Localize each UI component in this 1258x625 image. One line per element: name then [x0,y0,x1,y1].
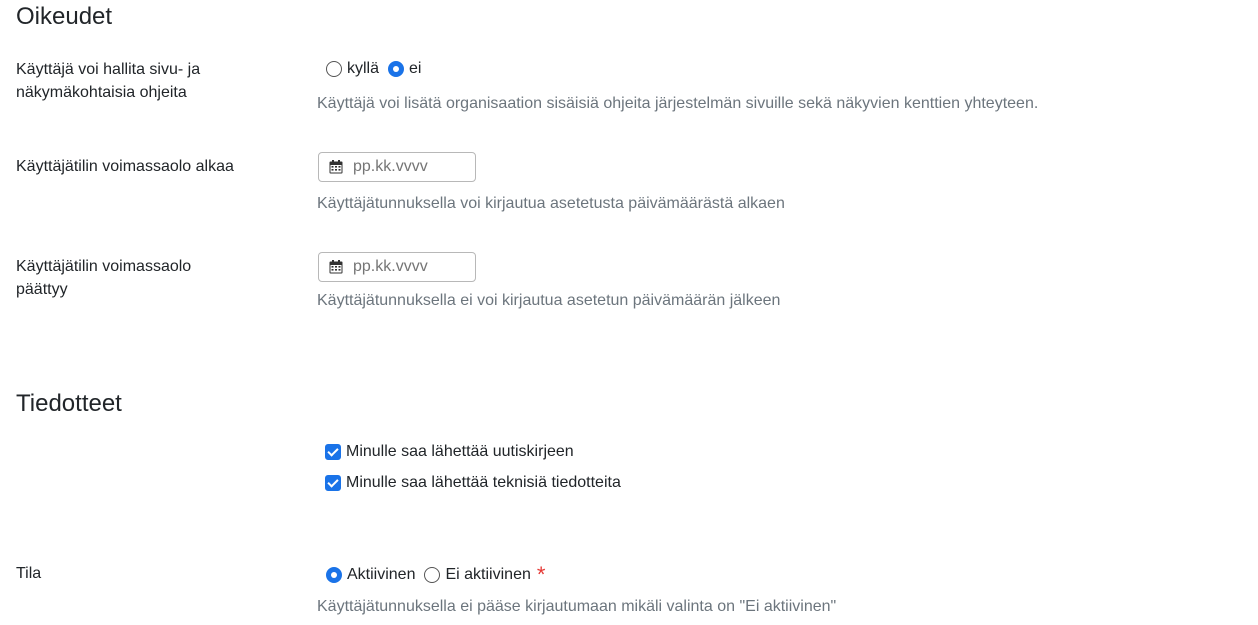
valid-from-help-text: Käyttäjätunnuksella voi kirjautua asetet… [317,195,785,212]
radio-help-no[interactable] [388,61,405,77]
radio-status-active-label[interactable]: Aktiivinen [347,566,415,584]
section-title-rights: Oikeudet [16,3,113,30]
technical-checkbox-row: Minulle saa lähettää teknisiä tiedotteit… [325,474,621,492]
help-management-label: Käyttäjä voi hallita sivu- ja näkymäkoht… [16,61,201,101]
help-management-help-text: Käyttäjä voi lisätä organisaation sisäis… [317,95,1039,112]
calendar-icon [329,160,343,174]
radio-status-inactive-label[interactable]: Ei aktiivinen [445,566,530,584]
valid-until-label: Käyttäjätilin voimassaolo päättyy [16,258,192,298]
newsletter-checkbox[interactable] [325,444,341,460]
radio-status-active[interactable] [326,567,342,583]
technical-notices-checkbox[interactable] [325,475,341,491]
newsletter-checkbox-label[interactable]: Minulle saa lähettää uutiskirjeen [346,443,574,461]
valid-from-input[interactable] [353,158,463,176]
status-help-text: Käyttäjätunnuksella ei pääse kirjautumaa… [317,598,837,615]
valid-from-date-field[interactable] [318,152,476,182]
status-radio-group: Aktiivinen Ei aktiivinen * [326,562,546,587]
valid-from-label: Käyttäjätilin voimassaolo alkaa [16,158,234,175]
help-management-radio-group: kyllä ei [326,60,421,78]
section-title-notices: Tiedotteet [16,390,122,417]
radio-status-inactive[interactable] [424,567,441,583]
technical-notices-checkbox-label[interactable]: Minulle saa lähettää teknisiä tiedotteit… [346,474,621,492]
radio-help-yes-label[interactable]: kyllä [347,60,379,78]
newsletter-checkbox-row: Minulle saa lähettää uutiskirjeen [325,443,574,461]
valid-until-input[interactable] [353,258,463,276]
required-marker: * [536,562,546,587]
radio-help-no-label[interactable]: ei [409,60,421,78]
radio-help-yes[interactable] [326,61,342,77]
calendar-icon [329,260,343,274]
status-label: Tila [16,565,42,582]
valid-until-date-field[interactable] [318,252,476,282]
valid-until-help-text: Käyttäjätunnuksella ei voi kirjautua ase… [317,292,781,309]
